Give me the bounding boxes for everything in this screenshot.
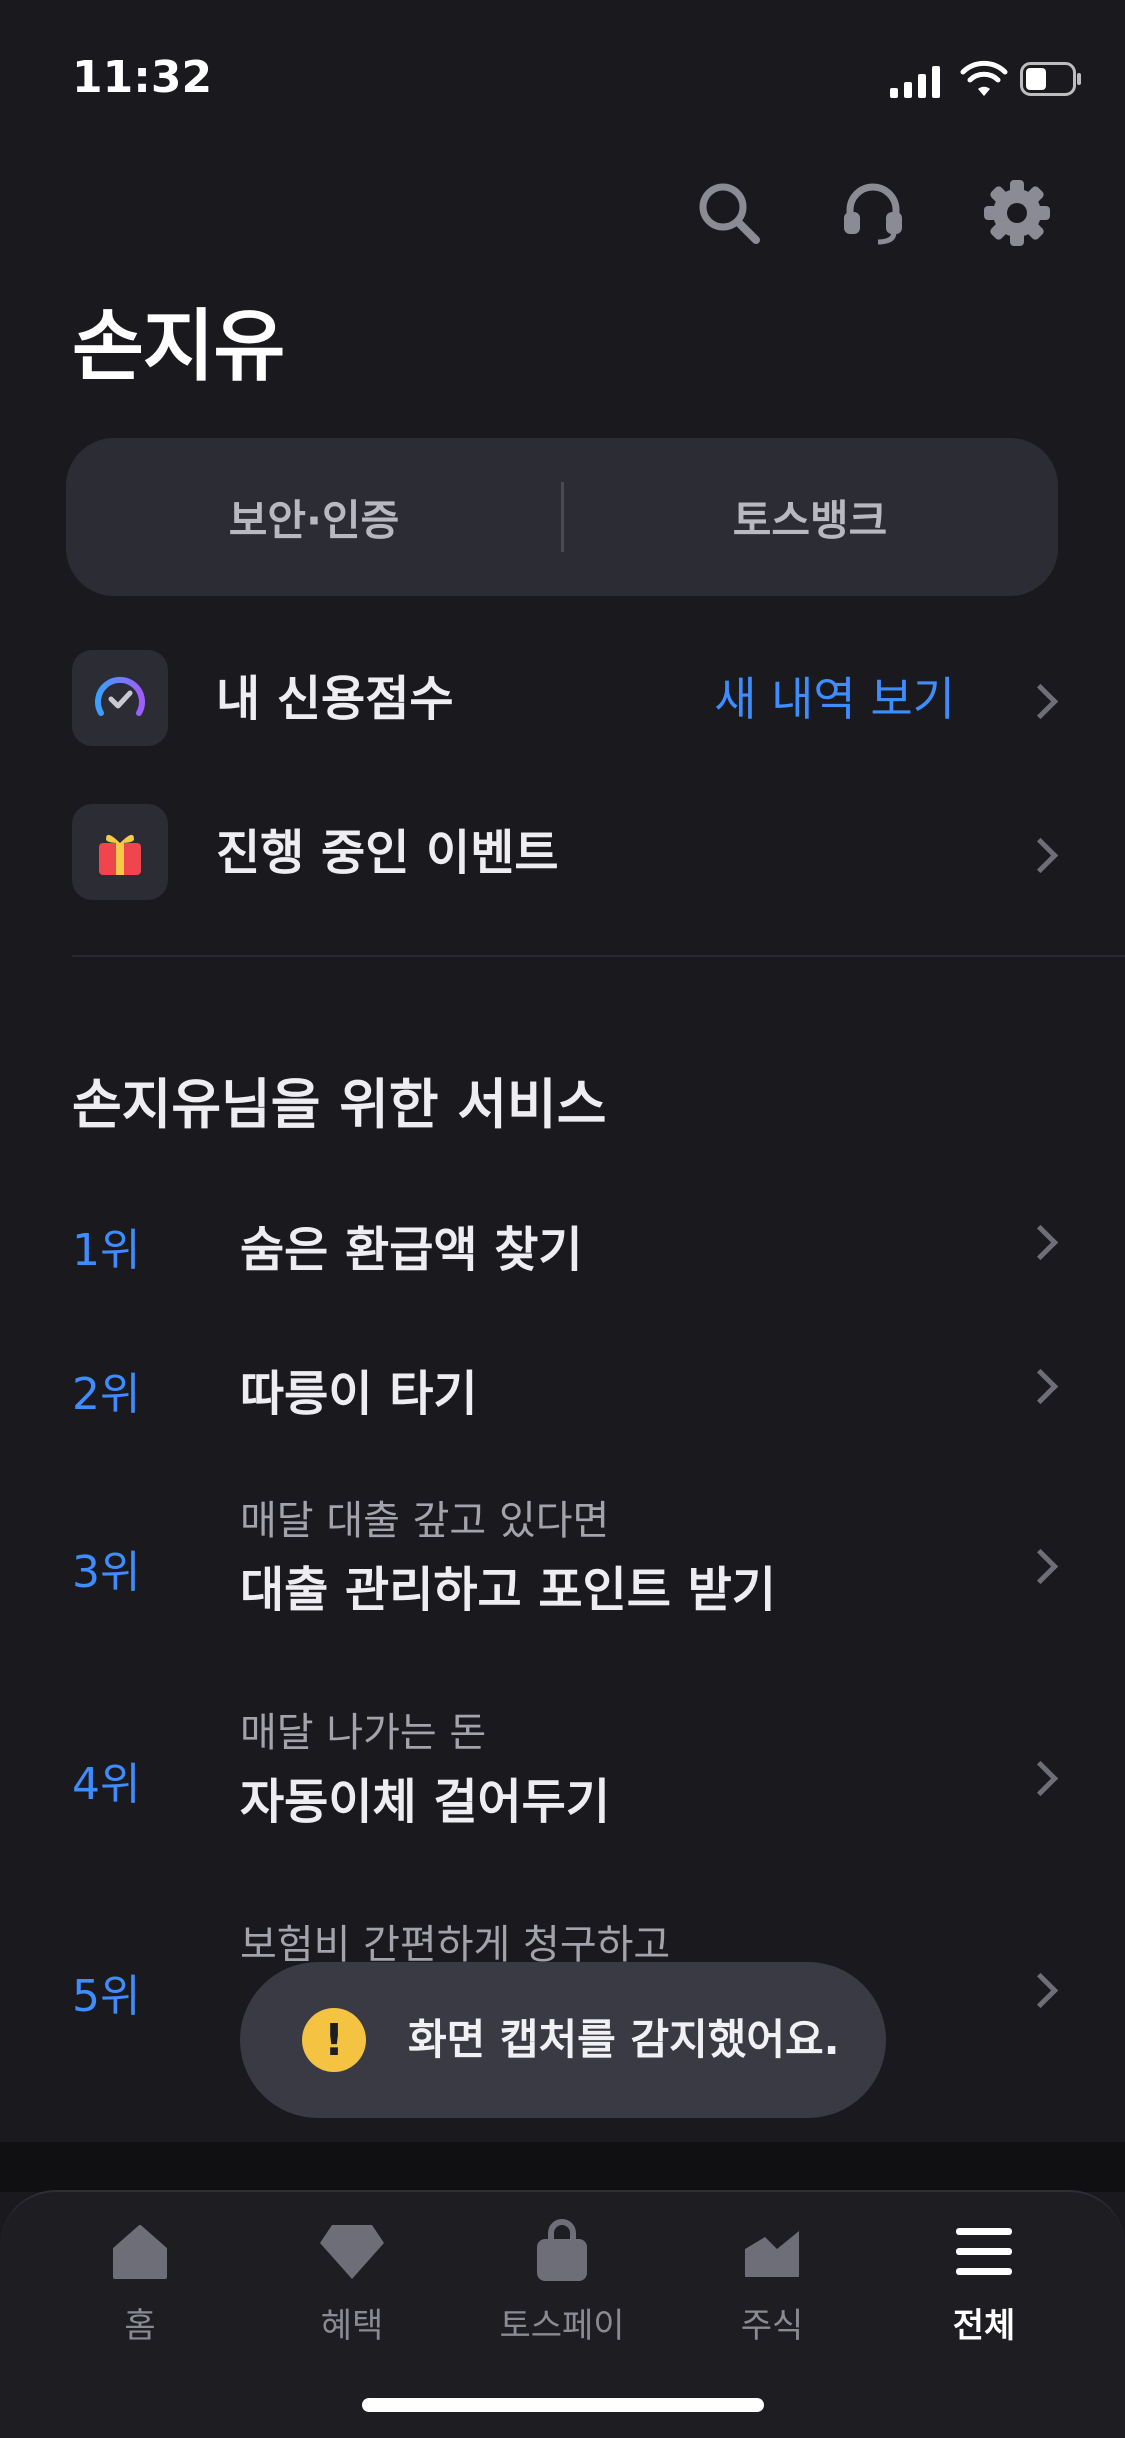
section-divider <box>72 955 1125 957</box>
tab-all-label: 전체 <box>952 2306 1016 2346</box>
status-time: 11:32 <box>72 52 213 103</box>
service-subtitle: 매달 대출 갚고 있다면 <box>240 1498 610 1544</box>
home-indicator[interactable] <box>362 2398 764 2412</box>
battery-icon <box>1020 62 1081 96</box>
service-item[interactable]: 1위 숨은 환급액 찾기 <box>0 1190 1125 1290</box>
tab-stocks-label: 주식 <box>740 2306 804 2346</box>
new-history-link[interactable]: 새 내역 보기 <box>714 634 955 764</box>
service-subtitle: 매달 나가는 돈 <box>240 1710 487 1756</box>
toss-bank-button[interactable]: 토스뱅크 <box>562 438 1058 596</box>
rank-label: 3위 <box>72 1547 141 1598</box>
signal-icon <box>890 64 940 98</box>
gear-icon[interactable] <box>982 178 1052 248</box>
menu-icon <box>948 2216 1020 2288</box>
chevron-right-icon <box>1022 1548 1059 1585</box>
credit-score-row[interactable]: 내 신용점수 새 내역 보기 <box>0 634 1125 764</box>
events-label: 진행 중인 이벤트 <box>216 825 559 881</box>
chevron-right-icon <box>1022 1368 1059 1405</box>
chevron-right-icon <box>1022 1972 1059 2009</box>
credit-score-label: 내 신용점수 <box>216 671 454 727</box>
service-item[interactable]: 3위 매달 대출 갚고 있다면 대출 관리하고 포인트 받기 <box>0 1488 1125 1638</box>
service-item[interactable]: 2위 따릉이 타기 <box>0 1334 1125 1434</box>
service-title: 따릉이 타기 <box>240 1366 478 1422</box>
wifi-icon <box>960 60 1008 96</box>
service-title: 자동이체 걸어두기 <box>240 1774 610 1830</box>
capture-toast: ! 화면 캡처를 감지했어요. <box>240 1962 886 2118</box>
services-title: 손지유님을 위한 서비스 <box>72 1073 607 1136</box>
headset-icon[interactable] <box>838 178 908 248</box>
tab-tosspay-label: 토스페이 <box>499 2306 625 2346</box>
tab-benefits-label: 혜택 <box>320 2306 384 2346</box>
toast-message: 화면 캡처를 감지했어요. <box>408 2015 840 2064</box>
shopping-bag-icon <box>526 2216 598 2288</box>
chevron-right-icon <box>1022 1760 1059 1797</box>
chevron-right-icon <box>1022 1224 1059 1261</box>
tab-home-label: 홈 <box>124 2306 156 2346</box>
chevron-right-icon <box>1022 683 1059 720</box>
tab-stocks[interactable]: 주식 <box>672 2192 872 2362</box>
rank-label: 2위 <box>72 1369 141 1420</box>
credit-gauge-icon <box>72 650 168 746</box>
service-title: 대출 관리하고 포인트 받기 <box>240 1562 776 1618</box>
rank-label: 5위 <box>72 1971 141 2022</box>
tab-all[interactable]: 전체 <box>884 2192 1084 2362</box>
events-row[interactable]: 진행 중인 이벤트 <box>0 788 1125 918</box>
tab-home[interactable]: 홈 <box>40 2192 240 2362</box>
warning-icon: ! <box>302 2008 366 2072</box>
account-segment: 보안·인증 토스뱅크 <box>66 438 1058 596</box>
diamond-icon <box>316 2216 388 2288</box>
stock-chart-icon <box>736 2216 808 2288</box>
tab-benefits[interactable]: 혜택 <box>252 2192 452 2362</box>
gift-icon <box>72 804 168 900</box>
security-auth-button[interactable]: 보안·인증 <box>66 438 562 596</box>
chevron-right-icon <box>1022 837 1059 874</box>
service-title: 숨은 환급액 찾기 <box>240 1222 583 1278</box>
rank-label: 1위 <box>72 1225 141 1276</box>
home-icon <box>104 2216 176 2288</box>
user-name-title: 손지유 <box>72 302 285 392</box>
tab-tosspay[interactable]: 토스페이 <box>462 2192 662 2362</box>
service-item[interactable]: 4위 매달 나가는 돈 자동이체 걸어두기 <box>0 1700 1125 1850</box>
rank-label: 4위 <box>72 1759 141 1810</box>
content-bottom-band <box>0 2142 1125 2192</box>
search-icon[interactable] <box>694 178 764 248</box>
